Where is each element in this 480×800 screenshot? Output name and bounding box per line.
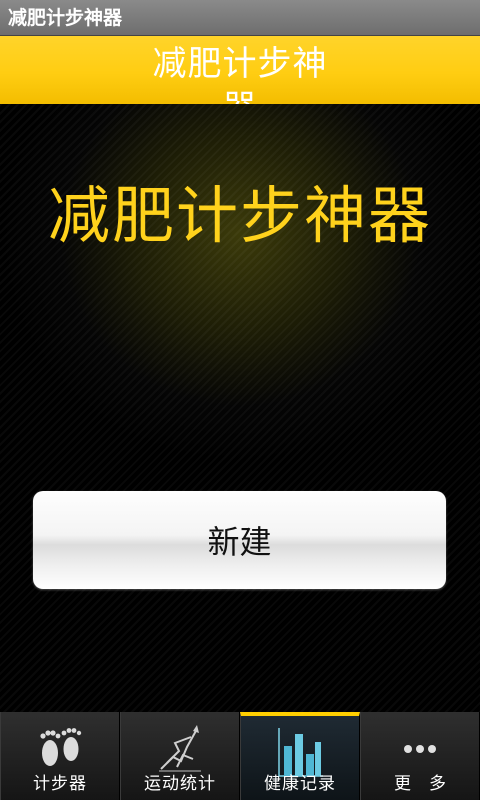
bottom-tab-bar: 计步器 运动统计 健康记录 更多 <box>0 712 480 800</box>
header-title: 减肥计步神器 <box>152 44 328 104</box>
tab-label: 运动统计 <box>144 774 216 794</box>
app-title-bar: 减肥计步神器 <box>0 0 480 36</box>
app-screen: 减肥计步神器 减肥计步神器 减肥计步神器 新建 <box>0 0 480 800</box>
footprints-icon <box>1 724 119 774</box>
tab-exercise-stats[interactable]: 运动统计 <box>120 712 240 800</box>
new-button[interactable]: 新建 <box>33 491 446 589</box>
tab-health-records[interactable]: 健康记录 <box>240 712 360 800</box>
runner-icon <box>121 724 239 774</box>
bar-chart-icon <box>241 728 359 778</box>
tab-label: 健康记录 <box>264 774 336 794</box>
more-dots-icon <box>361 724 479 774</box>
tab-pedometer[interactable]: 计步器 <box>0 712 120 800</box>
main-panel: 减肥计步神器 新建 <box>0 104 480 712</box>
new-button-label: 新建 <box>207 523 272 561</box>
tab-label: 更多 <box>394 774 464 794</box>
app-title: 减肥计步神器 <box>8 7 123 29</box>
tab-label: 计步器 <box>33 774 87 794</box>
header-bar: 减肥计步神器 <box>0 36 480 104</box>
hero-title: 减肥计步神器 <box>47 179 432 252</box>
tab-more[interactable]: 更多 <box>360 712 480 800</box>
